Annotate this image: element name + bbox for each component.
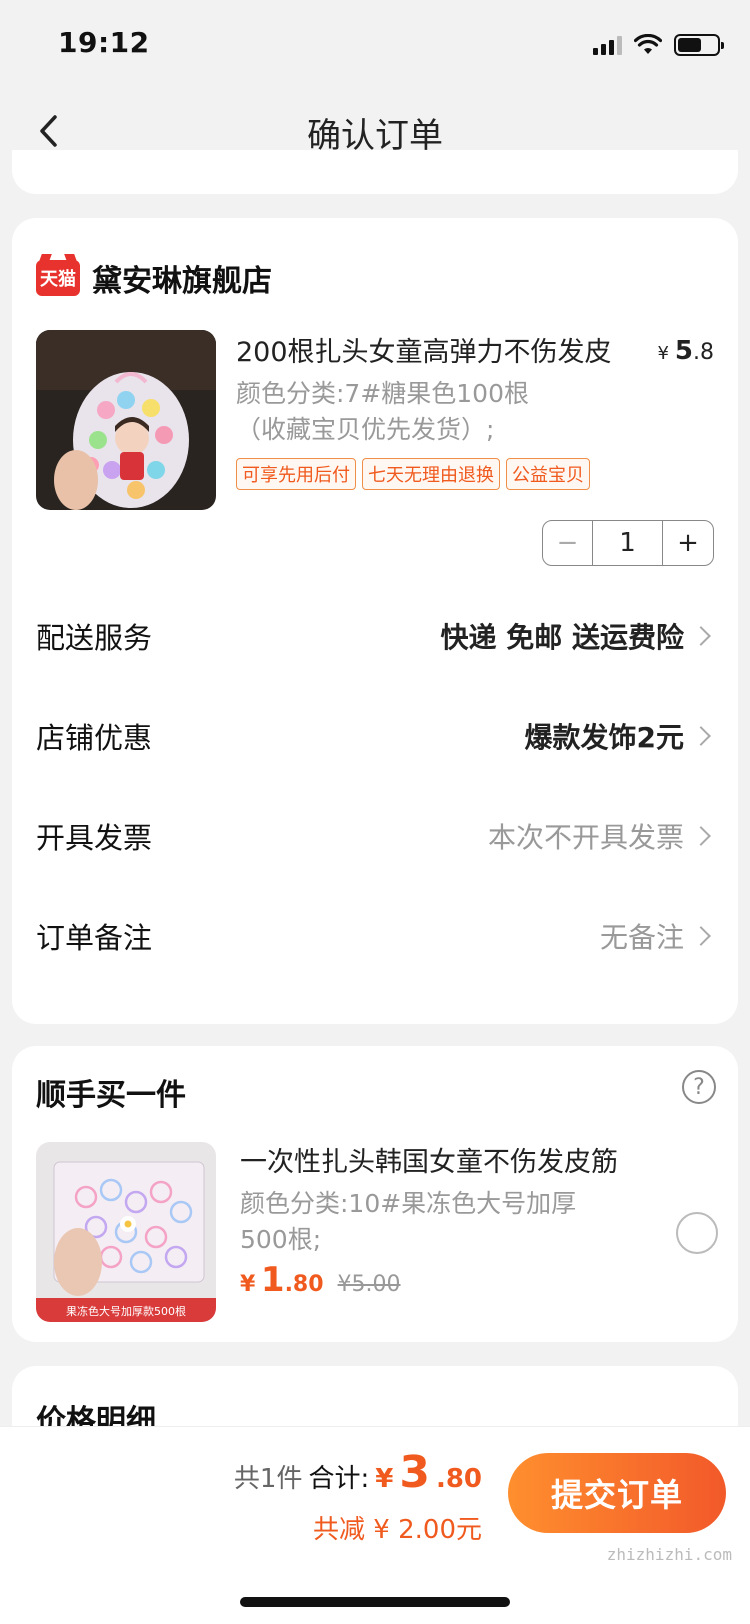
item-count: 共1件	[233, 1464, 303, 1494]
total-int: 3	[399, 1447, 430, 1498]
row-label: 配送服务	[36, 621, 153, 655]
shop-name: 黛安琳旗舰店	[92, 264, 272, 299]
add-on-card: 顺手买一件 ? 果冻色大号加厚款500根 一次性扎头韩国女童不伤发皮筋 颜色分类…	[12, 1046, 738, 1342]
tag-charity: 公益宝贝	[506, 458, 590, 490]
tmall-logo-icon: 天猫	[36, 260, 80, 296]
status-bar: 19:12	[0, 0, 750, 88]
home-indicator	[240, 1597, 510, 1607]
cellular-signal-icon	[593, 35, 622, 55]
increase-quantity-button[interactable]: +	[663, 521, 713, 565]
add-on-original-price: ¥5.00	[337, 1272, 401, 1297]
product-price-dec: .8	[693, 340, 714, 365]
shop-order-card: 天猫 黛安琳旗舰店 200根扎头女童高弹力不伤发皮 ¥5.8 颜色分类:7#糖果…	[12, 218, 738, 1024]
product-price-currency: ¥	[657, 343, 669, 364]
product-price: ¥5.8	[657, 336, 714, 366]
add-on-select-radio[interactable]	[676, 1212, 718, 1254]
chevron-right-icon	[691, 826, 711, 846]
row-shop-discount[interactable]: 店铺优惠 爆款发饰2元	[36, 706, 714, 766]
add-on-price: ¥ 1.80 ¥5.00	[240, 1260, 401, 1300]
add-on-price-int: 1	[260, 1260, 285, 1300]
row-delivery-service[interactable]: 配送服务 快递 免邮 送运费险	[36, 606, 714, 666]
product-title[interactable]: 200根扎头女童高弹力不伤发皮	[236, 330, 636, 369]
row-value: 爆款发饰2元	[524, 721, 684, 754]
quantity-value[interactable]: 1	[593, 521, 663, 565]
add-on-name[interactable]: 一次性扎头韩国女童不伤发皮筋	[240, 1140, 618, 1179]
row-right: 本次不开具发票	[488, 816, 714, 856]
row-label: 店铺优惠	[36, 721, 153, 755]
discount-total: 共减 ¥ 2.00元	[313, 1515, 482, 1545]
row-right: 快递 免邮 送运费险	[441, 616, 715, 656]
status-icons	[593, 34, 724, 56]
total-summary: 共1件 合计: ¥3.80	[234, 1447, 482, 1498]
battery-level	[678, 38, 701, 52]
tag-pay-later: 可享先用后付	[236, 458, 356, 490]
product-tags: 可享先用后付 七天无理由退换 公益宝贝	[236, 458, 590, 490]
chevron-right-icon	[691, 726, 711, 746]
decrease-quantity-button[interactable]: −	[543, 521, 593, 565]
help-icon[interactable]: ?	[682, 1070, 716, 1104]
add-on-price-dec: .80	[284, 1272, 324, 1297]
product-price-int: 5	[674, 336, 693, 366]
watermark: zhizhizhi.com	[606, 1545, 732, 1564]
add-on-sku: 颜色分类:10#果冻色大号加厚500根;	[240, 1189, 577, 1254]
add-on-price-currency: ¥	[240, 1272, 256, 1297]
total-dec: .80	[435, 1464, 482, 1494]
row-right: 无备注	[600, 916, 714, 956]
address-card-bottom	[12, 150, 738, 194]
checkout-bar: 共1件 合计: ¥3.80 共减 ¥ 2.00元 提交订单 zhizhizhi.…	[0, 1426, 750, 1624]
row-value: 本次不开具发票	[487, 821, 684, 854]
product-image[interactable]	[36, 330, 216, 510]
row-label: 订单备注	[36, 921, 153, 955]
submit-order-button[interactable]: 提交订单	[508, 1453, 726, 1533]
tag-seven-day-return: 七天无理由退换	[362, 458, 500, 490]
battery-icon	[674, 34, 724, 56]
add-on-title: 顺手买一件	[36, 1078, 186, 1113]
row-value: 无备注	[599, 921, 684, 954]
row-label: 开具发票	[36, 821, 153, 855]
chevron-right-icon	[691, 926, 711, 946]
quantity-stepper: − 1 +	[542, 520, 714, 566]
row-order-note[interactable]: 订单备注 无备注	[36, 906, 714, 966]
row-invoice[interactable]: 开具发票 本次不开具发票	[36, 806, 714, 866]
status-time: 19:12	[58, 26, 150, 59]
total-currency: ¥	[375, 1464, 394, 1494]
row-value: 快递 免邮 送运费险	[440, 621, 685, 654]
chevron-right-icon	[691, 626, 711, 646]
total-label: 合计:	[308, 1464, 370, 1494]
row-right: 爆款发饰2元	[525, 716, 714, 756]
add-on-image-caption: 果冻色大号加厚款500根	[66, 1304, 186, 1318]
product-sku[interactable]: 颜色分类:7#糖果色100根（收藏宝贝优先发货）;	[236, 376, 566, 448]
shop-header[interactable]: 天猫 黛安琳旗舰店	[36, 256, 272, 300]
wifi-icon	[634, 34, 662, 54]
add-on-image[interactable]: 果冻色大号加厚款500根	[36, 1142, 216, 1322]
